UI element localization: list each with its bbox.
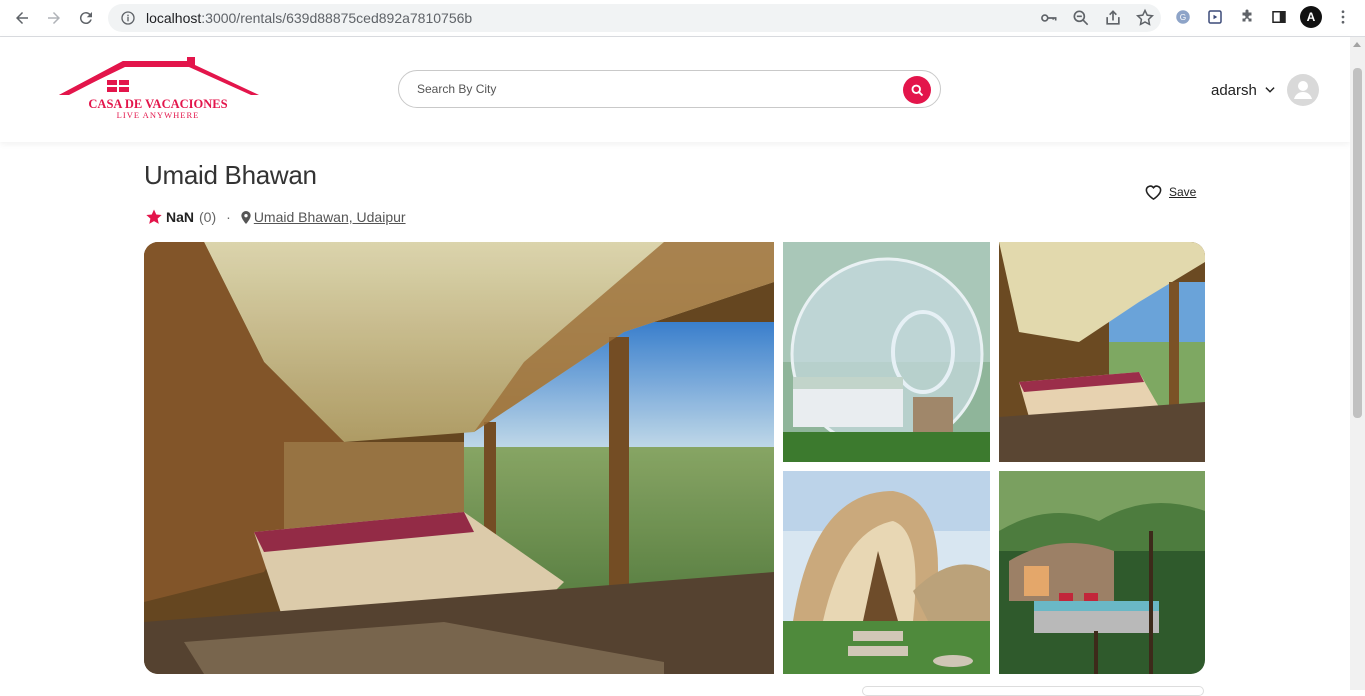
gallery-photo-treehouse-pool[interactable]: [999, 471, 1205, 674]
gallery-photo-bamboo-hut[interactable]: [783, 471, 990, 674]
listing-meta: NaN (0) · Umaid Bhawan, Udaipur: [145, 208, 406, 226]
site-info-icon[interactable]: [120, 10, 136, 26]
meta-separator: ·: [226, 209, 231, 225]
gallery-photo-main[interactable]: [144, 242, 774, 674]
user-menu[interactable]: adarsh: [1211, 74, 1319, 106]
review-count[interactable]: (0): [199, 209, 216, 225]
gallery-photo-bubble-dome[interactable]: [783, 242, 990, 462]
search-button[interactable]: [903, 76, 931, 104]
location-pin-icon: [241, 210, 251, 224]
zoom-icon[interactable]: [1071, 8, 1091, 31]
address-bar[interactable]: localhost:3000/rentals/639d88875ced892a7…: [108, 4, 1161, 32]
svg-text:G: G: [1180, 13, 1186, 22]
search-bar: [398, 70, 941, 108]
listing-title: Umaid Bhawan: [144, 160, 317, 190]
url-host: localhost: [146, 10, 202, 26]
svg-text:CASA DE VACACIONES: CASA DE VACACIONES: [88, 97, 227, 111]
key-icon[interactable]: [1039, 8, 1059, 31]
gallery-photo-bedroom-view[interactable]: [999, 242, 1205, 462]
user-name: adarsh: [1211, 81, 1257, 99]
forward-icon[interactable]: [38, 2, 70, 34]
scroll-thumb[interactable]: [1353, 68, 1362, 418]
page-scrollbar[interactable]: [1350, 37, 1365, 690]
chevron-down-icon: [1265, 87, 1275, 93]
avatar[interactable]: [1286, 74, 1319, 106]
side-panel-icon[interactable]: [1268, 6, 1290, 28]
share-icon[interactable]: [1103, 8, 1123, 31]
site-header: CASA DE VACACIONES LIVE ANYWHERE adarsh: [0, 37, 1350, 142]
browser-menu-icon[interactable]: [1332, 6, 1354, 28]
star-icon: [146, 209, 162, 224]
grammarly-extension-icon[interactable]: G: [1172, 6, 1194, 28]
heart-icon: [1145, 185, 1162, 201]
svg-text:LIVE ANYWHERE: LIVE ANYWHERE: [117, 110, 200, 120]
search-input[interactable]: [417, 82, 887, 96]
user-icon: [1293, 81, 1312, 99]
photo-gallery: [144, 242, 1205, 674]
save-label: Save: [1169, 185, 1197, 199]
save-button[interactable]: Save: [1144, 183, 1196, 201]
bookmark-star-icon[interactable]: [1135, 8, 1155, 31]
location-link[interactable]: Umaid Bhawan, Udaipur: [254, 209, 406, 225]
profile-avatar-icon[interactable]: A: [1300, 6, 1322, 28]
search-icon: [911, 84, 923, 96]
rating-value: NaN: [166, 209, 195, 225]
extensions-puzzle-icon[interactable]: [1236, 6, 1258, 28]
browser-toolbar: localhost:3000/rentals/639d88875ced892a7…: [0, 0, 1365, 37]
media-extension-icon[interactable]: [1204, 6, 1226, 28]
site-logo[interactable]: CASA DE VACACIONES LIVE ANYWHERE: [55, 57, 261, 122]
reload-icon[interactable]: [70, 2, 102, 34]
scroll-up-arrow[interactable]: [1353, 42, 1361, 47]
url-path: :3000/rentals/639d88875ced892a7810756b: [201, 10, 473, 26]
back-icon[interactable]: [6, 2, 38, 34]
booking-card-edge: [862, 686, 1204, 696]
